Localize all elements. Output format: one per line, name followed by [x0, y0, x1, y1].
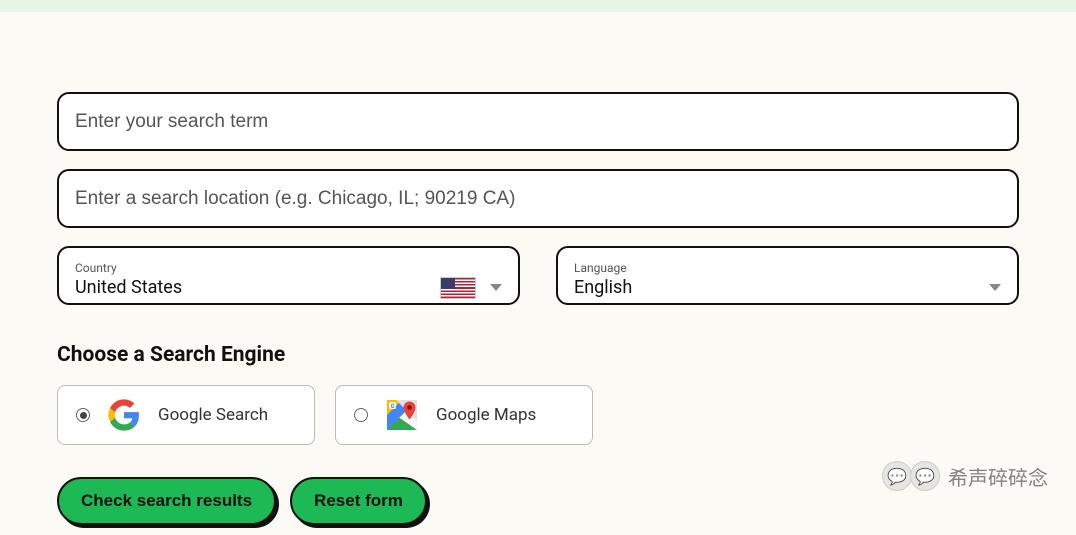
google-maps-icon: G [384, 397, 420, 433]
country-label: Country [75, 261, 502, 275]
check-results-button[interactable]: Check search results [57, 477, 276, 525]
wechat-icon: 💬 [882, 461, 912, 491]
button-row: Check search results Reset form [57, 477, 1019, 525]
us-flag-icon [440, 277, 476, 299]
search-location-input[interactable] [57, 169, 1019, 228]
form-container: Country United States Language English C… [0, 12, 1076, 525]
chevron-down-icon [989, 284, 1001, 291]
select-row: Country United States Language English [57, 246, 1019, 305]
radio-google-maps[interactable] [354, 408, 368, 422]
reset-form-button[interactable]: Reset form [290, 477, 427, 525]
engine-section-title: Choose a Search Engine [57, 343, 1019, 367]
language-value: English [574, 277, 632, 298]
wechat-icon: 💬 [910, 461, 940, 491]
engine-google-search[interactable]: Google Search [57, 385, 315, 445]
svg-text:G: G [391, 403, 395, 410]
top-strip [0, 0, 1076, 12]
engine-google-maps[interactable]: G Google Maps [335, 385, 593, 445]
radio-google-search[interactable] [76, 408, 90, 422]
chevron-down-icon [490, 284, 502, 291]
search-term-input[interactable] [57, 92, 1019, 151]
engine-row: Google Search G Google Maps [57, 385, 1019, 445]
engine-google-maps-label: Google Maps [436, 405, 536, 425]
watermark-text: 希声碎碎念 [948, 462, 1048, 491]
watermark: 💬 💬 希声碎碎念 [882, 461, 1048, 491]
country-select[interactable]: Country United States [57, 246, 520, 305]
google-search-icon [106, 397, 142, 433]
language-label: Language [574, 261, 1001, 275]
language-select[interactable]: Language English [556, 246, 1019, 305]
engine-google-search-label: Google Search [158, 405, 268, 425]
country-value: United States [75, 277, 182, 298]
